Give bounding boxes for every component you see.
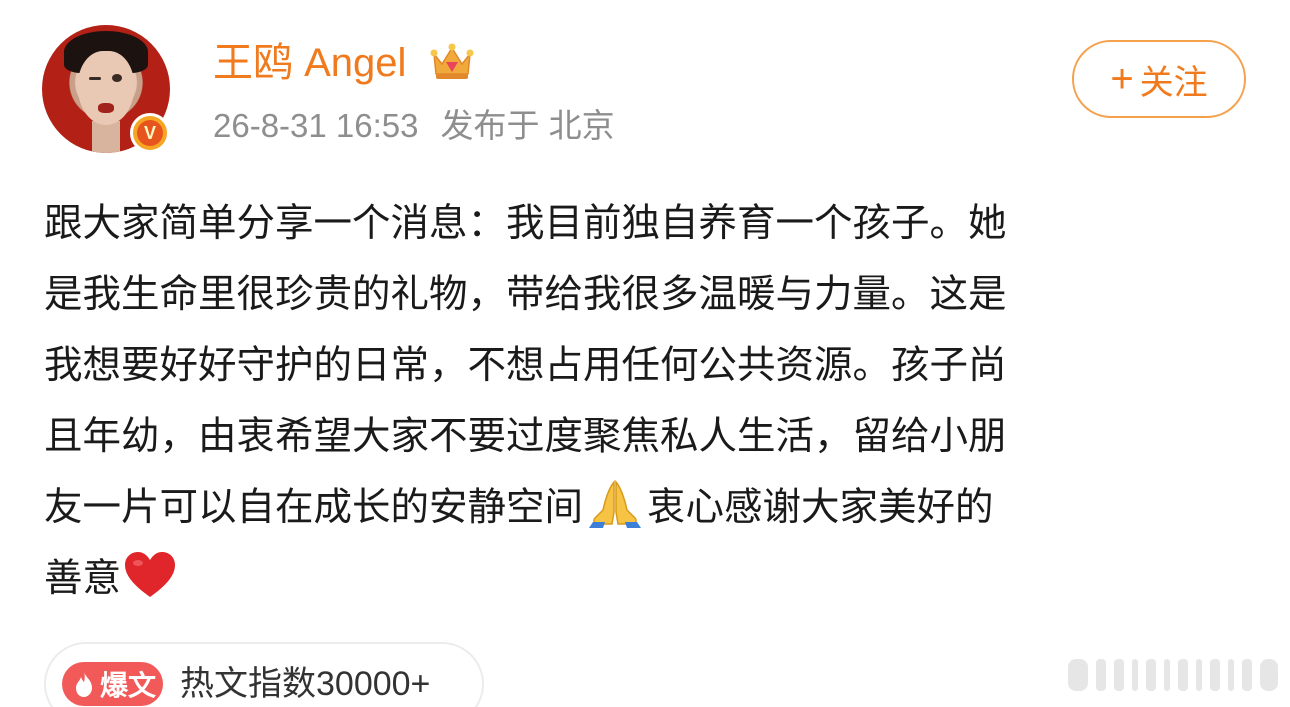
post-line: 善意 [44, 543, 1244, 614]
flame-icon [76, 672, 92, 697]
hot-tag-badge: 爆文 [62, 662, 163, 706]
author-name[interactable]: 王鸥 Angel [213, 38, 406, 88]
plus-icon: + [1110, 56, 1134, 101]
post-line-text: 善意 [44, 556, 122, 601]
crown-icon [430, 43, 474, 79]
weibo-post: V 王鸥 Angel 26-8-31 16:53 发布于 北京 + 关注 跟大家简… [0, 0, 1290, 707]
post-line: 友一片可以自在成长的安静空间 衷心感谢大家美好的 [44, 472, 1244, 543]
verified-icon: V [130, 113, 170, 153]
post-location: 发布于 北京 [440, 107, 615, 144]
post-content: 跟大家简单分享一个消息：我目前独自养育一个孩子。她 是我生命里很珍贵的礼物，带给… [44, 188, 1244, 614]
post-line: 是我生命里很珍贵的礼物，带给我很多温暖与力量。这是 [44, 272, 1007, 317]
post-meta: 26-8-31 16:53 发布于 北京 [213, 104, 615, 148]
watermark-stripes [1068, 659, 1278, 691]
post-line-text: 衷心感谢大家美好的 [647, 485, 994, 530]
hot-index-text: 热文指数30000+ [180, 665, 431, 703]
post-line-text: 友一片可以自在成长的安静空间 [44, 485, 584, 530]
follow-button[interactable]: + 关注 [1072, 40, 1246, 118]
post-line: 我想要好好守护的日常，不想占用任何公共资源。孩子尚 [44, 343, 1007, 388]
hot-tag-label: 爆文 [100, 669, 157, 702]
post-timestamp: 26-8-31 16:53 [213, 107, 419, 144]
post-line: 且年幼，由衷希望大家不要过度聚焦私人生活，留给小朋 [44, 414, 1007, 459]
follow-label: 关注 [1139, 63, 1208, 102]
avatar[interactable]: V [42, 25, 170, 153]
post-line: 跟大家简单分享一个消息：我目前独自养育一个孩子。她 [44, 201, 1007, 246]
red-heart-emoji [125, 552, 176, 597]
folded-hands-emoji [589, 479, 642, 528]
